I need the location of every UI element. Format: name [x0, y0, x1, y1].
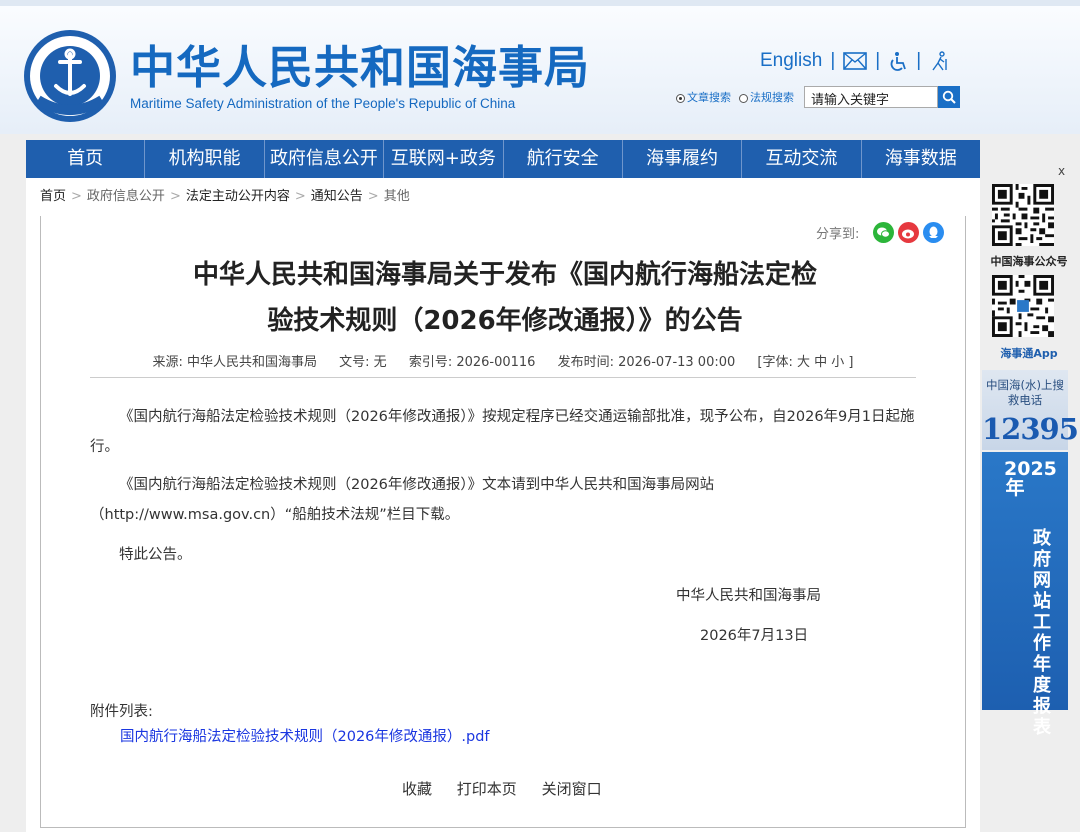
close-window-button[interactable]: 关闭窗口 — [542, 780, 602, 798]
share-bar: 分享到: — [816, 222, 945, 243]
app-qr-caption: 海事通App — [1000, 347, 1058, 360]
divider: | — [875, 50, 881, 71]
favorite-button[interactable]: 收藏 — [402, 780, 432, 798]
article-title: 中华人民共和国海事局关于发布《国内航行海船法定检 验技术规则（2026年修改通报… — [150, 252, 860, 344]
nav-item-compliance[interactable]: 海事履约 — [623, 140, 743, 178]
breadcrumb-notice[interactable]: 通知公告 — [311, 189, 363, 204]
breadcrumb-separator: > — [71, 189, 82, 204]
sidebar-close-button[interactable]: x — [1058, 164, 1065, 178]
article-paragraph: 《国内航行海船法定检验技术规则（2026年修改通报）》文本请到中华人民共和国海事… — [90, 477, 715, 523]
accessibility-icon[interactable] — [888, 51, 908, 71]
radio-article-search[interactable] — [676, 93, 685, 103]
font-size-switcher[interactable]: [字体: 大 中 小 ] — [757, 355, 853, 370]
nav-item-functions[interactable]: 机构职能 — [145, 140, 265, 178]
report-label: 政府网站工作年度报表 — [1033, 528, 1051, 738]
divider: | — [830, 50, 836, 71]
breadcrumb-separator: > — [367, 189, 379, 204]
article-search-label[interactable]: 文章搜索 — [687, 89, 731, 105]
nav-item-gov-info[interactable]: 政府信息公开 — [265, 140, 385, 178]
hotline-label: 中国海(水)上搜救电话 — [986, 378, 1064, 407]
search-bar: 文章搜索 法规搜索 请输入关键字 — [676, 86, 960, 108]
weibo-share-icon[interactable] — [898, 222, 920, 243]
china-msa-logo[interactable] — [22, 28, 118, 124]
breadcrumb-other[interactable]: 其他 — [384, 189, 410, 204]
search-icon — [942, 90, 956, 104]
breadcrumb-separator: > — [169, 189, 181, 204]
meta-publish-time: 发布时间: 2026-07-13 00:00 — [557, 355, 736, 370]
english-link[interactable]: English — [760, 50, 822, 72]
site-header: 中华人民共和国海事局 Maritime Safety Administratio… — [0, 0, 1080, 134]
meta-index-no: 索引号: 2026-00116 — [408, 355, 536, 370]
report-year: 2025年 — [1004, 458, 1057, 499]
share-label: 分享到: — [816, 227, 860, 242]
article-title-line1: 中华人民共和国海事局关于发布《国内航行海船法定检 — [192, 260, 817, 290]
radio-regulation-search[interactable] — [739, 93, 748, 103]
article-title-line2: 验技术规则（2026年修改通报）》的公告 — [267, 306, 743, 336]
divider: | — [916, 50, 922, 71]
mail-icon[interactable] — [843, 52, 868, 70]
nav-item-nav-safety[interactable]: 航行安全 — [504, 140, 623, 178]
annual-report-banner[interactable]: 2025年 政府网站工作年度报表 — [982, 452, 1068, 738]
wechat-official-qr-code[interactable] — [992, 184, 1054, 246]
breadcrumb-mandatory[interactable]: 法定主动公开内容 — [186, 189, 290, 204]
nav-item-data[interactable]: 海事数据 — [862, 140, 980, 178]
article-footer-links: 收藏 打印本页 关闭窗口 — [402, 778, 622, 799]
nav-item-home[interactable]: 首页 — [26, 140, 146, 178]
article-paragraph: 特此公告。 — [119, 547, 192, 563]
signature-date: 2026年7月13日 — [700, 628, 809, 644]
attachment-label: 附件列表: — [90, 704, 153, 720]
breadcrumb: 首页 > 政府信息公开 > 法定主动公开内容 > 通知公告 > 其他 — [26, 178, 980, 216]
print-button[interactable]: 打印本页 — [457, 780, 517, 798]
rescue-hotline-banner[interactable]: 中国海(水)上搜救电话 12395 — [982, 370, 1079, 450]
wechat-share-icon[interactable] — [873, 222, 895, 243]
signature-org: 中华人民共和国海事局 — [676, 588, 821, 604]
breadcrumb-separator: > — [294, 189, 306, 204]
site-title-en: Maritime Safety Administration of the Pe… — [130, 96, 516, 111]
top-links: English | | | — [760, 50, 951, 72]
hotline-number: 12395 — [982, 412, 1079, 446]
attachment-link[interactable]: 国内航行海船法定检验技术规则（2026年修改通报）.pdf — [120, 725, 490, 746]
elderly-mode-icon[interactable] — [929, 51, 951, 71]
qq-share-icon[interactable] — [923, 222, 945, 243]
search-input[interactable]: 请输入关键字 — [804, 86, 938, 108]
article-paragraph: 《国内航行海船法定检验技术规则（2026年修改通报）》按规定程序已经交通运输部批… — [90, 409, 915, 455]
wechat-qr-caption: 中国海事公众号 — [990, 255, 1068, 268]
site-title-cn: 中华人民共和国海事局 — [130, 41, 591, 94]
search-button[interactable] — [938, 86, 960, 108]
breadcrumb-gov-info[interactable]: 政府信息公开 — [87, 189, 165, 204]
meta-source: 来源: 中华人民共和国海事局 — [152, 355, 318, 370]
article-meta: 来源: 中华人民共和国海事局 文号: 无 索引号: 2026-00116 发布时… — [90, 348, 916, 378]
regulation-search-label[interactable]: 法规搜索 — [750, 89, 794, 105]
nav-item-interaction[interactable]: 互动交流 — [742, 140, 862, 178]
main-nav: 首页 机构职能 政府信息公开 互联网+政务 航行安全 海事履约 互动交流 海事数… — [26, 140, 980, 178]
breadcrumb-home[interactable]: 首页 — [40, 189, 66, 204]
nav-item-internet-gov[interactable]: 互联网+政务 — [384, 140, 504, 178]
meta-doc-no: 文号: 无 — [339, 355, 387, 370]
app-qr-code[interactable] — [992, 275, 1054, 337]
